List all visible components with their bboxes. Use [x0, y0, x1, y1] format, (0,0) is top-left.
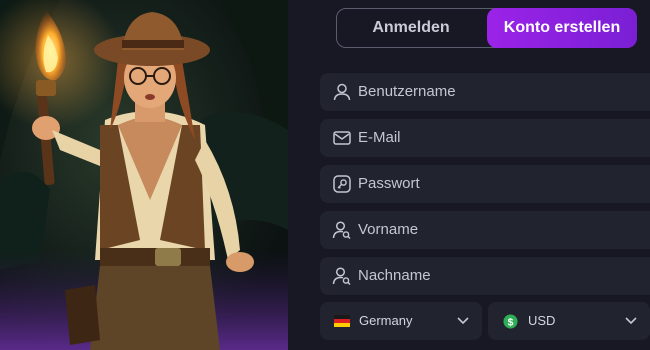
username-placeholder: Benutzername [358, 83, 456, 100]
lastname-field[interactable]: Nachname [320, 257, 650, 295]
registration-panel: Anmelden Konto erstellen Benutzername E-… [288, 0, 650, 350]
tab-register[interactable]: Konto erstellen [487, 8, 637, 48]
user-search-icon [332, 267, 351, 286]
explorer-character-illustration [0, 0, 288, 350]
user-icon [333, 83, 351, 101]
firstname-field[interactable]: Vorname [320, 211, 650, 249]
key-icon [333, 175, 351, 193]
country-value: Germany [359, 313, 413, 328]
hero-illustration [0, 0, 288, 350]
envelope-icon [333, 131, 351, 145]
tab-login[interactable]: Anmelden [337, 8, 485, 48]
currency-select[interactable]: $ USD [488, 302, 650, 340]
chevron-down-icon [457, 317, 469, 325]
password-placeholder: Passwort [358, 175, 420, 192]
firstname-placeholder: Vorname [358, 221, 419, 238]
username-field[interactable]: Benutzername [320, 73, 650, 111]
svg-text:$: $ [508, 317, 514, 328]
lastname-placeholder: Nachname [358, 267, 431, 284]
user-search-icon [332, 221, 351, 240]
germany-flag-icon [334, 315, 350, 327]
chevron-down-icon [625, 317, 637, 325]
password-field[interactable]: Passwort [320, 165, 650, 203]
country-select[interactable]: Germany [320, 302, 482, 340]
email-placeholder: E-Mail [358, 129, 401, 146]
auth-tabs: Anmelden Konto erstellen [336, 8, 637, 48]
email-field[interactable]: E-Mail [320, 119, 650, 157]
currency-value: USD [528, 313, 556, 328]
dollar-coin-icon: $ [503, 314, 518, 329]
